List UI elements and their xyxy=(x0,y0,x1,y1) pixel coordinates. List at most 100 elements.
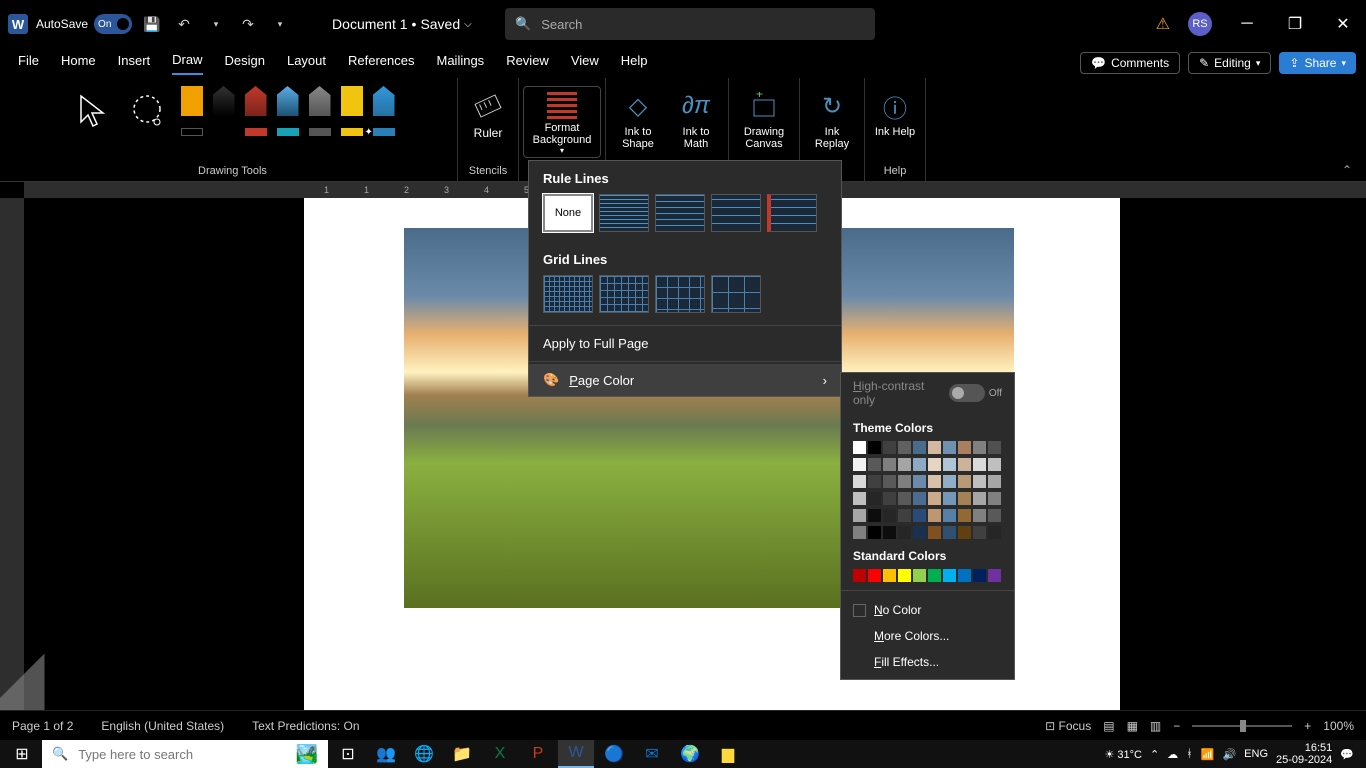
color-swatch[interactable] xyxy=(943,441,956,454)
color-swatch[interactable] xyxy=(898,526,911,539)
color-swatch[interactable] xyxy=(898,569,911,582)
pen-red[interactable] xyxy=(245,86,267,136)
color-swatch[interactable] xyxy=(883,509,896,522)
zoom-level[interactable]: 100% xyxy=(1323,719,1354,733)
color-swatch[interactable] xyxy=(928,492,941,505)
rule-narrow-option[interactable] xyxy=(599,194,649,232)
ink-to-shape-button[interactable]: ◇ Ink to Shape xyxy=(614,86,662,150)
powerpoint-icon[interactable]: P xyxy=(520,740,556,768)
ink-help-button[interactable]: ⓘ Ink Help xyxy=(873,86,917,138)
color-swatch[interactable] xyxy=(928,509,941,522)
color-swatch[interactable] xyxy=(988,509,1001,522)
qat-customize-icon[interactable]: ▾ xyxy=(268,12,292,36)
color-swatch[interactable] xyxy=(973,475,986,488)
minimize-button[interactable]: ─ xyxy=(1224,8,1270,40)
color-swatch[interactable] xyxy=(988,458,1001,471)
color-swatch[interactable] xyxy=(868,475,881,488)
pencil-gray[interactable] xyxy=(309,86,331,136)
file-explorer-icon[interactable]: 📁 xyxy=(444,740,480,768)
color-swatch[interactable] xyxy=(853,475,866,488)
color-swatch[interactable] xyxy=(868,492,881,505)
pen-black[interactable] xyxy=(213,86,235,136)
rule-college-option[interactable] xyxy=(711,194,761,232)
zoom-out-button[interactable]: − xyxy=(1173,719,1180,733)
grid-large-option[interactable] xyxy=(655,275,705,313)
document-title[interactable]: Document 1 • Saved ⌵ xyxy=(332,16,472,32)
notifications-icon[interactable]: 💬 xyxy=(1340,748,1354,761)
clock[interactable]: 16:51 25-09-2024 xyxy=(1276,742,1332,766)
color-swatch[interactable] xyxy=(988,475,1001,488)
apply-full-page-item[interactable]: Apply to Full Page xyxy=(529,328,841,359)
rule-margin-option[interactable] xyxy=(767,194,817,232)
color-swatch[interactable] xyxy=(958,526,971,539)
page-indicator[interactable]: Page 1 of 2 xyxy=(12,719,73,733)
predictions-indicator[interactable]: Text Predictions: On xyxy=(252,719,359,733)
wifi-icon[interactable]: 📶 xyxy=(1201,748,1215,761)
color-swatch[interactable] xyxy=(958,475,971,488)
maximize-button[interactable]: ❐ xyxy=(1272,8,1318,40)
web-layout-icon[interactable]: ▥ xyxy=(1150,719,1161,733)
comments-button[interactable]: 💬Comments xyxy=(1080,52,1180,74)
page-color-item[interactable]: 🎨 Page Color › xyxy=(529,364,841,396)
color-swatch[interactable] xyxy=(868,441,881,454)
color-swatch[interactable] xyxy=(973,441,986,454)
color-swatch[interactable] xyxy=(958,569,971,582)
rule-none-option[interactable]: None xyxy=(543,194,593,232)
color-swatch[interactable] xyxy=(883,569,896,582)
weather-widget[interactable]: ☀ 31°C xyxy=(1104,748,1142,761)
tab-design[interactable]: Design xyxy=(225,53,265,74)
search-input[interactable]: 🔍 Search xyxy=(505,8,875,40)
onedrive-icon[interactable]: ☁ xyxy=(1167,748,1178,761)
color-swatch[interactable] xyxy=(883,526,896,539)
color-swatch[interactable] xyxy=(913,509,926,522)
color-swatch[interactable] xyxy=(958,458,971,471)
color-swatch[interactable] xyxy=(988,526,1001,539)
color-swatch[interactable] xyxy=(973,492,986,505)
color-swatch[interactable] xyxy=(973,569,986,582)
tab-view[interactable]: View xyxy=(571,53,599,74)
color-swatch[interactable] xyxy=(853,441,866,454)
chevron-down-icon[interactable]: ▾ xyxy=(204,12,228,36)
tab-draw[interactable]: Draw xyxy=(172,52,202,75)
color-swatch[interactable] xyxy=(943,509,956,522)
color-swatch[interactable] xyxy=(868,569,881,582)
start-button[interactable]: ⊞ xyxy=(4,740,40,768)
color-swatch[interactable] xyxy=(988,569,1001,582)
color-swatch[interactable] xyxy=(898,475,911,488)
color-swatch[interactable] xyxy=(853,569,866,582)
read-mode-icon[interactable]: ▤ xyxy=(1103,719,1114,733)
tab-review[interactable]: Review xyxy=(506,53,549,74)
color-swatch[interactable] xyxy=(988,441,1001,454)
color-swatch[interactable] xyxy=(853,492,866,505)
tab-mailings[interactable]: Mailings xyxy=(437,53,485,74)
grid-medium-option[interactable] xyxy=(599,275,649,313)
word-taskbar-icon[interactable]: W xyxy=(558,740,594,768)
tab-references[interactable]: References xyxy=(348,53,414,74)
select-tool[interactable] xyxy=(71,86,113,136)
tab-file[interactable]: File xyxy=(18,53,39,74)
color-swatch[interactable] xyxy=(913,569,926,582)
color-swatch[interactable] xyxy=(913,458,926,471)
color-swatch[interactable] xyxy=(913,526,926,539)
tray-chevron-icon[interactable]: ⌃ xyxy=(1150,748,1159,761)
no-color-item[interactable]: No Color xyxy=(841,597,1014,623)
color-swatch[interactable] xyxy=(928,526,941,539)
color-swatch[interactable] xyxy=(853,458,866,471)
color-swatch[interactable] xyxy=(853,526,866,539)
bluetooth-icon[interactable]: ᚼ xyxy=(1186,748,1193,760)
print-layout-icon[interactable]: ▦ xyxy=(1127,719,1138,733)
color-swatch[interactable] xyxy=(943,475,956,488)
color-swatch[interactable] xyxy=(868,526,881,539)
fill-effects-item[interactable]: Fill Effects... xyxy=(841,649,1014,675)
color-swatch[interactable] xyxy=(883,441,896,454)
color-swatch[interactable] xyxy=(898,492,911,505)
focus-mode-button[interactable]: ⊡ Focus xyxy=(1045,719,1091,733)
color-swatch[interactable] xyxy=(913,475,926,488)
close-button[interactable]: ✕ xyxy=(1320,8,1366,40)
color-swatch[interactable] xyxy=(973,458,986,471)
pen-galaxy[interactable] xyxy=(277,86,299,136)
color-swatch[interactable] xyxy=(883,475,896,488)
color-swatch[interactable] xyxy=(943,458,956,471)
color-swatch[interactable] xyxy=(928,441,941,454)
redo-icon[interactable]: ↷ xyxy=(236,12,260,36)
